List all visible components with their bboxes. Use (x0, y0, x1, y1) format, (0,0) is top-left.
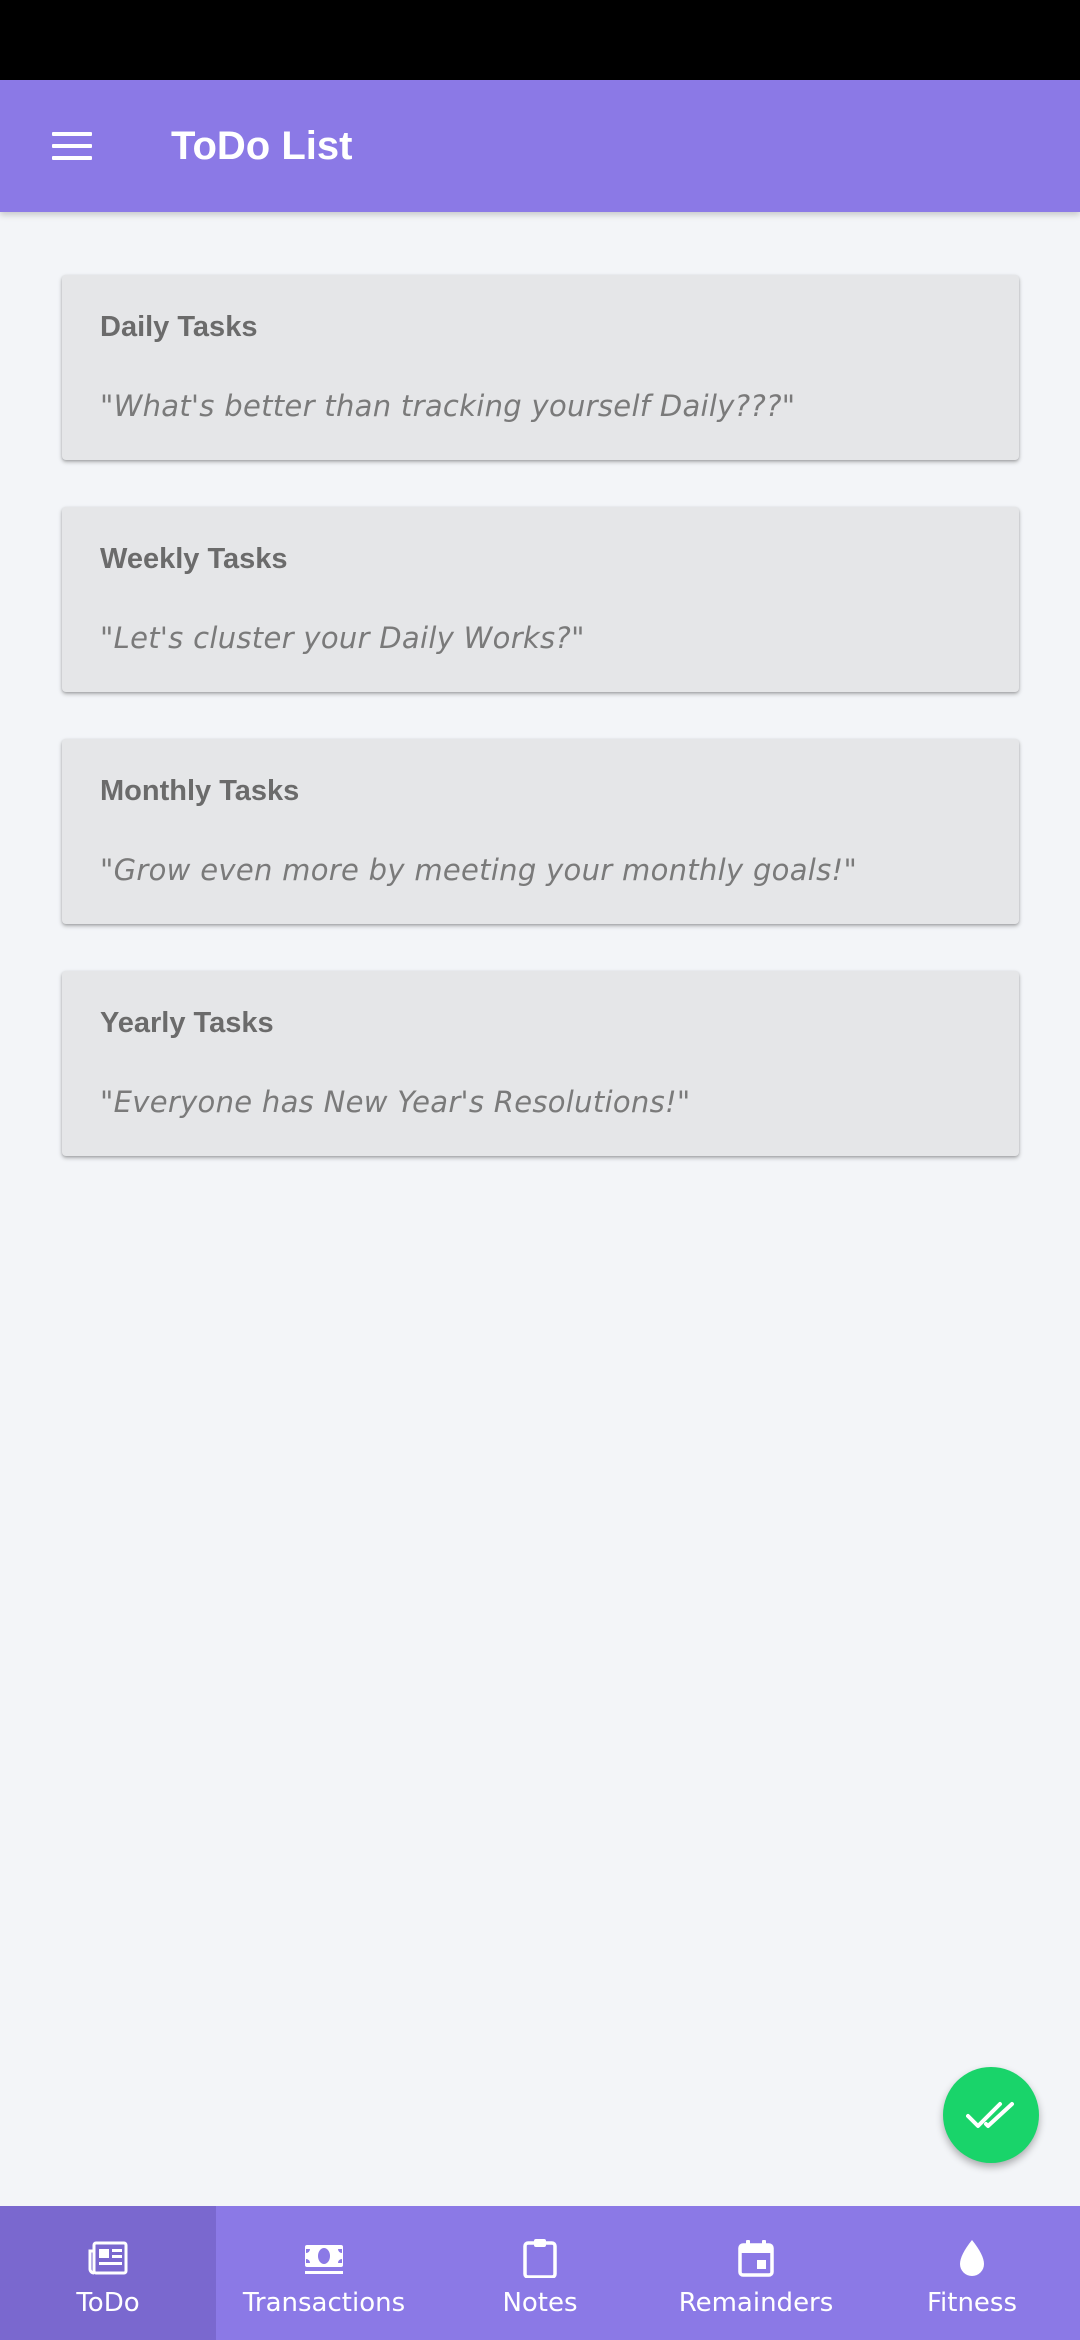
page-title: ToDo List (171, 124, 353, 168)
nav-item-remainders[interactable]: Remainders (648, 2206, 864, 2340)
nav-label: ToDo (76, 2288, 140, 2318)
double-check-icon (966, 2102, 1014, 2128)
drop-icon (950, 2238, 994, 2278)
newspaper-icon (86, 2238, 130, 2278)
complete-fab-button[interactable] (943, 2067, 1039, 2163)
card-quote: "What's better than tracking yourself Da… (100, 389, 796, 423)
yearly-tasks-card[interactable]: Yearly Tasks "Everyone has New Year's Re… (62, 971, 1019, 1156)
nav-label: Transactions (242, 2288, 406, 2318)
nav-item-todo[interactable]: ToDo (0, 2206, 216, 2340)
card-quote: "Let's cluster your Daily Works?" (100, 621, 585, 655)
app-bar: ToDo List (0, 80, 1080, 212)
daily-tasks-card[interactable]: Daily Tasks "What's better than tracking… (62, 275, 1019, 460)
calendar-icon (734, 2238, 778, 2278)
nav-label: Fitness (926, 2288, 1018, 2318)
clipboard-icon (518, 2238, 562, 2278)
nav-item-transactions[interactable]: Transactions (216, 2206, 432, 2340)
menu-button[interactable] (36, 110, 108, 182)
card-quote: "Everyone has New Year's Resolutions!" (100, 1085, 691, 1119)
card-quote: "Grow even more by meeting your monthly … (100, 853, 858, 887)
card-title: Weekly Tasks (100, 543, 288, 575)
card-title: Yearly Tasks (100, 1007, 274, 1039)
task-card-list: Daily Tasks "What's better than tracking… (62, 275, 1019, 1203)
weekly-tasks-card[interactable]: Weekly Tasks "Let's cluster your Daily W… (62, 507, 1019, 692)
hamburger-menu-icon (52, 132, 92, 160)
bottom-navigation: ToDo Transactions Notes Remainders Fitne… (0, 2206, 1080, 2340)
nav-label: Remainders (678, 2288, 834, 2318)
card-title: Monthly Tasks (100, 775, 300, 807)
nav-item-fitness[interactable]: Fitness (864, 2206, 1080, 2340)
money-icon (302, 2238, 346, 2278)
monthly-tasks-card[interactable]: Monthly Tasks "Grow even more by meeting… (62, 739, 1019, 924)
status-bar (0, 0, 1080, 80)
nav-item-notes[interactable]: Notes (432, 2206, 648, 2340)
nav-label: Notes (502, 2288, 578, 2318)
card-title: Daily Tasks (100, 311, 258, 343)
